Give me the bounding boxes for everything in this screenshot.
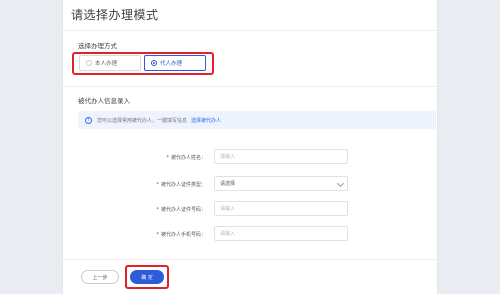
notice-bar: i 您可以选择常用被代办人，一键填写信息 选择被代办人 xyxy=(78,111,436,129)
field-label-id-number: * 被代办人证件号码： xyxy=(156,207,206,213)
agent-id-number-input[interactable]: 请输入 xyxy=(214,201,348,216)
agent-phone-input[interactable]: 请输入 xyxy=(214,226,348,241)
radio-agent[interactable]: 代人办理 xyxy=(144,55,206,71)
radio-self[interactable]: 本人办理 xyxy=(79,55,141,71)
title-divider xyxy=(62,30,438,31)
radio-agent-label: 代人办理 xyxy=(160,61,183,67)
radio-self-indicator xyxy=(86,60,92,66)
agent-name-input[interactable]: 请输入 xyxy=(214,149,348,164)
agent-section-label: 被代办人信息录入 xyxy=(78,97,130,105)
info-icon: i xyxy=(85,116,92,124)
field-label-id-type: * 被代办人证件类型： xyxy=(156,182,206,188)
section-divider xyxy=(62,86,438,87)
agent-id-type-select[interactable]: 请选择 xyxy=(214,176,348,191)
select-agent-link[interactable]: 选择被代办人 xyxy=(191,117,221,124)
field-label-name: * 被代办人姓名： xyxy=(166,155,206,161)
footer-divider xyxy=(62,259,438,260)
radio-self-label: 本人办理 xyxy=(95,61,118,67)
main-panel xyxy=(62,0,438,294)
mode-section-label: 选择办理方式 xyxy=(78,42,117,50)
confirm-button[interactable]: 确 定 xyxy=(130,270,164,284)
chevron-down-icon xyxy=(336,179,345,188)
field-label-phone: * 被代办人手机号码： xyxy=(156,232,206,238)
prev-button[interactable]: 上一步 xyxy=(81,270,119,284)
page-title: 请选择办理模式 xyxy=(71,8,159,22)
notice-text: 您可以选择常用被代办人，一键填写信息 xyxy=(97,117,188,124)
radio-agent-indicator xyxy=(151,60,157,66)
